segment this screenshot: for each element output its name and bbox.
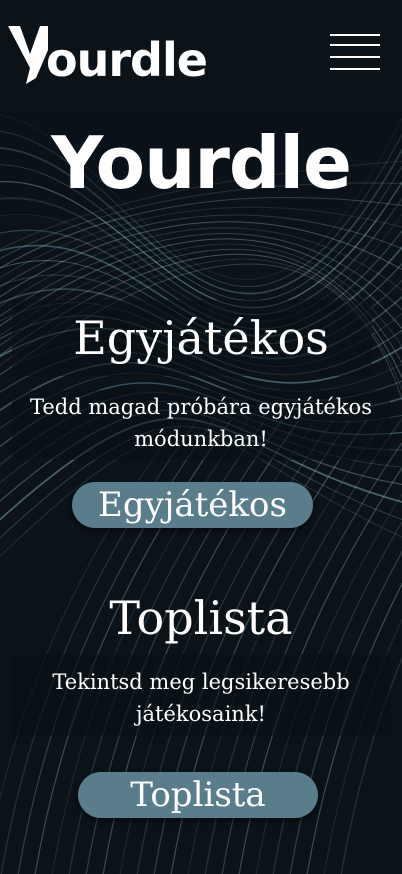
single-player-button[interactable]: Egyjátékos xyxy=(72,482,313,528)
page-title: Yourdle xyxy=(51,121,352,205)
hamburger-menu-icon[interactable] xyxy=(330,32,380,72)
site-header: ourdle xyxy=(0,0,402,100)
leaderboard-desc-line1: Tekintsd meg legsikeresebb xyxy=(52,670,350,694)
leaderboard-heading: Toplista xyxy=(109,591,293,645)
hero-banner: Yourdle xyxy=(0,108,402,218)
logo-text: ourdle xyxy=(46,33,208,87)
leaderboard-button[interactable]: Toplista xyxy=(78,772,318,818)
y-logo-icon xyxy=(8,26,48,84)
site-logo[interactable]: ourdle xyxy=(8,14,208,87)
background-arc-line xyxy=(0,206,402,279)
single-player-description: Tedd magad próbára egyjátékos módunkban! xyxy=(0,391,402,455)
leaderboard-desc-line2: játékosaink! xyxy=(136,702,266,726)
single-desc-line1: Tedd magad próbára egyjátékos xyxy=(30,395,372,419)
leaderboard-description: Tekintsd meg legsikeresebb játékosaink! xyxy=(0,666,402,730)
single-player-heading: Egyjátékos xyxy=(73,311,329,365)
single-desc-line2: módunkban! xyxy=(134,427,268,451)
